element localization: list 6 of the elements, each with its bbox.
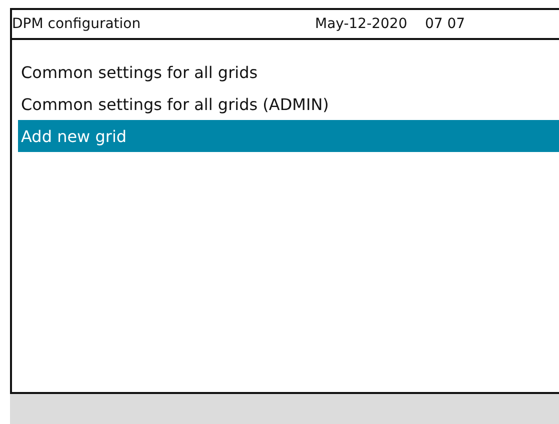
screen-title: DPM configuration — [12, 16, 142, 32]
date-text: May-12-2020 — [315, 16, 408, 32]
menu-item[interactable]: Add new grid — [18, 120, 559, 152]
menu-item[interactable]: Common settings for all grids — [18, 56, 559, 88]
time-text: 07 07 — [425, 16, 466, 32]
menu-item[interactable]: Common settings for all grids (ADMIN) — [18, 88, 559, 120]
